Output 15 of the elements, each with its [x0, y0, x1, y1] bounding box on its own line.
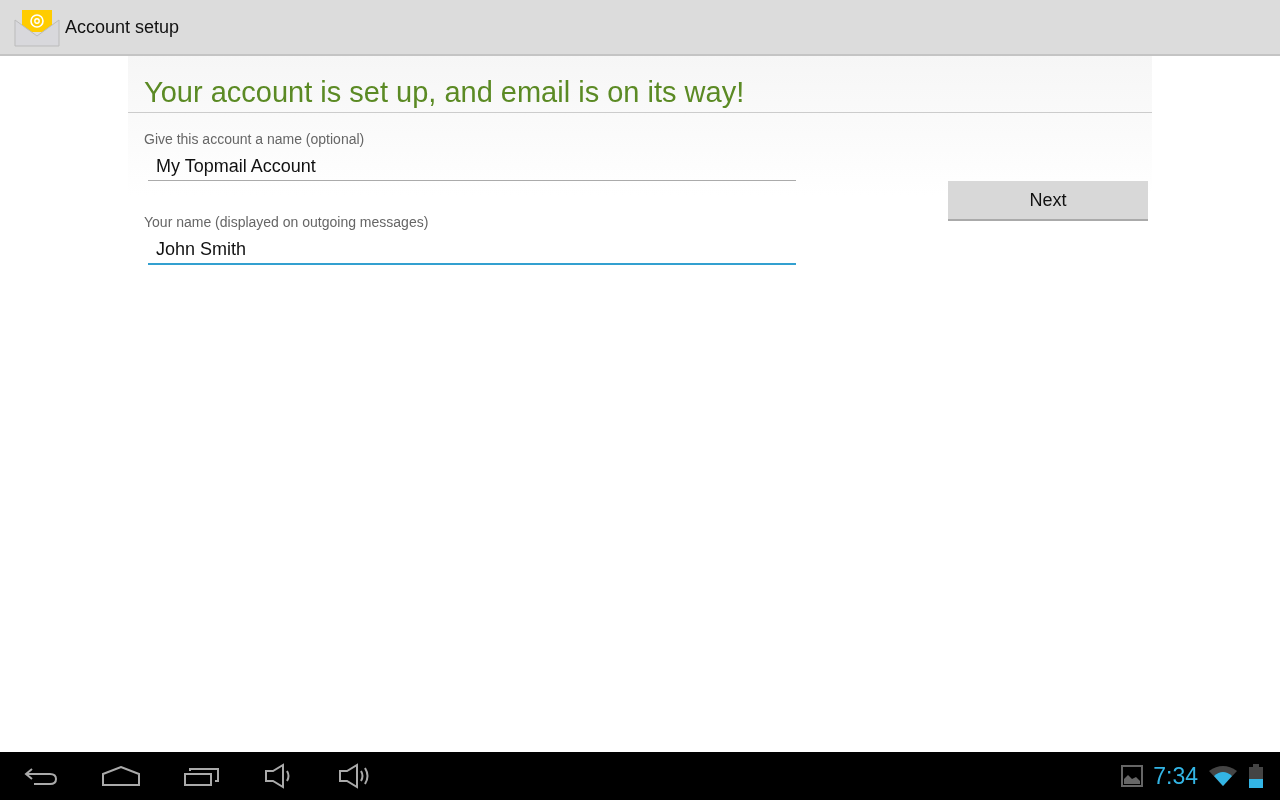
- screen-title: Account setup: [65, 16, 180, 38]
- recent-apps-icon[interactable]: [184, 766, 220, 786]
- picture-icon: [1121, 765, 1144, 787]
- battery-icon: [1248, 764, 1264, 788]
- wifi-icon: [1208, 765, 1238, 787]
- heading: Your account is set up, and email is on its way!: [128, 56, 1152, 113]
- back-icon[interactable]: [24, 766, 58, 786]
- envelope-icon: [14, 8, 60, 48]
- next-button[interactable]: Next: [948, 181, 1148, 221]
- field-label: Your name (displayed on outgoing messages): [144, 214, 430, 230]
- text-field[interactable]: My Topmail Account: [148, 154, 796, 181]
- text-field[interactable]: John Smith: [148, 237, 796, 265]
- clock-time: 7:34: [1153, 762, 1198, 790]
- field-label: Give this account a name (optional): [144, 131, 366, 147]
- home-icon[interactable]: [102, 766, 140, 786]
